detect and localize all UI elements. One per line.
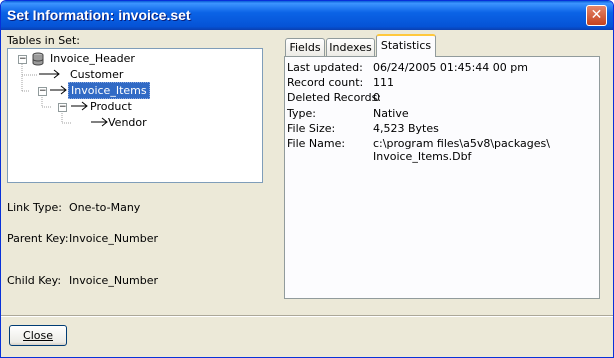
file-name-value-line1: c:\program files\a5v8\packages\ bbox=[373, 137, 550, 150]
tree-node-vendor[interactable]: Vendor bbox=[108, 115, 147, 130]
tree-node-product[interactable]: Product bbox=[90, 99, 132, 114]
deleted-records-label: Deleted Records: bbox=[287, 91, 382, 104]
parent-key-label: Parent Key: bbox=[7, 232, 69, 245]
close-button[interactable]: Close bbox=[9, 325, 67, 346]
record-count-value: 111 bbox=[373, 76, 394, 89]
arrow-right-icon bbox=[49, 83, 69, 98]
tab-indexes[interactable]: Indexes bbox=[326, 38, 375, 56]
dialog-window: Set Information: invoice.set ✕ Tables in… bbox=[0, 0, 614, 358]
close-icon[interactable]: ✕ bbox=[586, 5, 607, 26]
table-tree[interactable]: − Invoice_Header Customer − Invoice_Item… bbox=[7, 48, 263, 183]
window-title: Set Information: invoice.set bbox=[7, 7, 191, 23]
child-key-value: Invoice_Number bbox=[69, 274, 159, 287]
type-value: Native bbox=[373, 107, 409, 120]
tab-fields[interactable]: Fields bbox=[285, 38, 325, 56]
arrow-right-icon bbox=[90, 115, 110, 130]
expand-toggle-invoice-header[interactable]: − bbox=[18, 55, 27, 64]
footer-divider bbox=[1, 315, 613, 317]
tables-in-set-label: Tables in Set: bbox=[7, 34, 80, 47]
record-count-label: Record count: bbox=[287, 76, 364, 89]
expand-toggle-product[interactable]: − bbox=[58, 103, 67, 112]
parent-key-value: Invoice_Number bbox=[69, 232, 159, 245]
child-key-label: Child Key: bbox=[7, 274, 62, 287]
tab-statistics[interactable]: Statistics bbox=[376, 34, 436, 57]
type-label: Type: bbox=[287, 107, 316, 120]
expand-toggle-invoice-items[interactable]: − bbox=[38, 87, 47, 96]
title-bar[interactable]: Set Information: invoice.set ✕ bbox=[1, 1, 613, 30]
tree-node-invoice-items[interactable]: Invoice_Items bbox=[68, 82, 150, 99]
file-name-value-line2: Invoice_Items.Dbf bbox=[373, 150, 472, 163]
file-size-label: File Size: bbox=[287, 122, 336, 135]
file-name-label: File Name: bbox=[287, 137, 346, 150]
link-type-value: One-to-Many bbox=[69, 201, 141, 214]
file-size-value: 4,523 Bytes bbox=[373, 122, 439, 135]
statistics-panel: Last updated: 06/24/2005 01:45:44 00 pm … bbox=[284, 56, 600, 299]
link-type-label: Link Type: bbox=[7, 201, 62, 214]
database-icon bbox=[31, 52, 45, 67]
arrow-right-icon bbox=[70, 99, 90, 114]
last-updated-label: Last updated: bbox=[287, 61, 363, 74]
close-button-label: Close bbox=[23, 329, 53, 342]
tree-node-invoice-header[interactable]: Invoice_Header bbox=[50, 51, 135, 66]
deleted-records-value: 0 bbox=[373, 91, 380, 104]
last-updated-value: 06/24/2005 01:45:44 00 pm bbox=[373, 61, 528, 74]
arrow-right-icon bbox=[38, 67, 62, 82]
tree-node-customer[interactable]: Customer bbox=[70, 67, 123, 82]
